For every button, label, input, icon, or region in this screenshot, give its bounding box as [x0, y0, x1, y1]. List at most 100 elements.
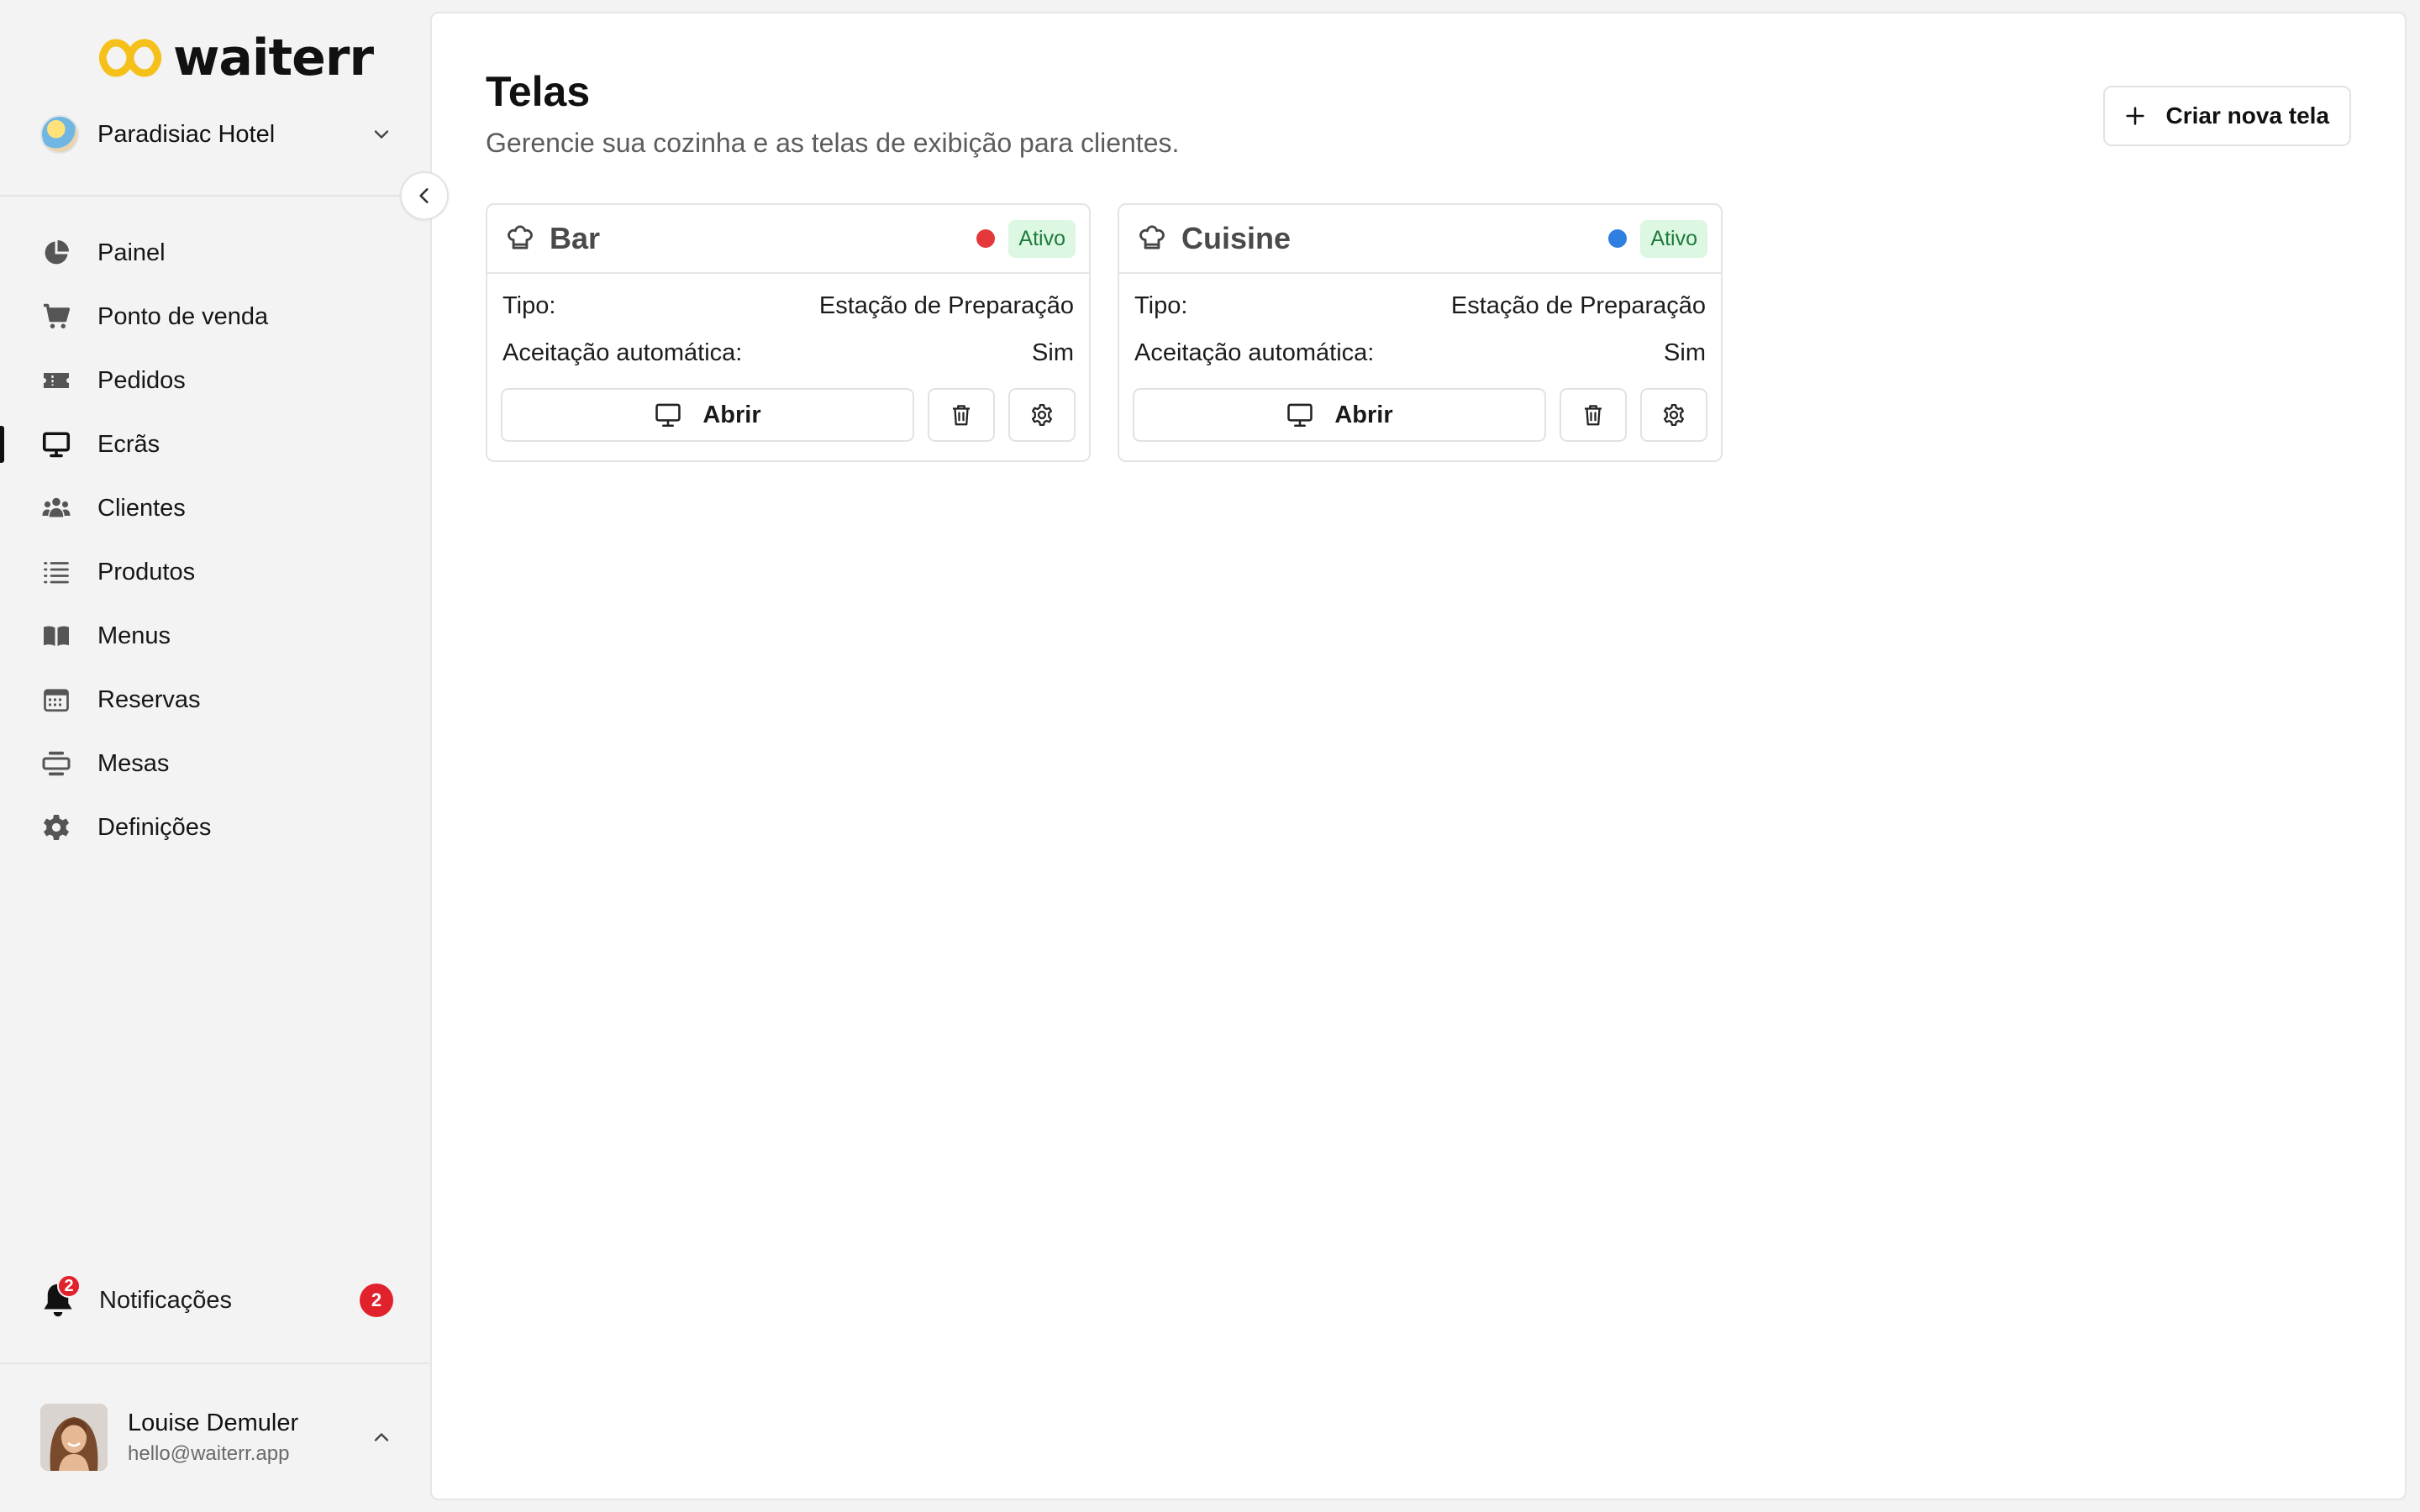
page-subtitle: Gerencie sua cozinha e as telas de exibi…: [486, 128, 1180, 158]
book-icon: [40, 620, 72, 652]
card-actions: Abrir: [487, 376, 1089, 442]
cart-icon: [40, 301, 72, 333]
user-menu[interactable]: Louise Demuler hello@waiterr.app: [40, 1403, 393, 1472]
auto-accept-row: Aceitação automática: Sim: [487, 329, 1089, 376]
status-dot: [976, 229, 996, 248]
open-label: Abrir: [702, 401, 761, 428]
bell-badge: 2: [57, 1274, 81, 1298]
chevron-left-icon: [419, 188, 429, 203]
monitor-icon: [655, 403, 681, 428]
main-panel: Telas Gerencie sua cozinha e as telas de…: [430, 12, 2407, 1500]
sidebar-item-ponto-de-venda[interactable]: Ponto de venda: [0, 285, 429, 349]
delete-button[interactable]: [928, 388, 995, 442]
avatar: [40, 1404, 108, 1471]
auto-accept-label: Aceitação automática:: [502, 339, 743, 366]
auto-accept-value: Sim: [1032, 339, 1074, 366]
sidebar-item-label: Ponto de venda: [97, 302, 269, 330]
notifications-item[interactable]: 2 Notificações 2: [40, 1273, 393, 1327]
type-label: Tipo:: [1134, 291, 1188, 319]
notifications-count-badge: 2: [360, 1284, 393, 1317]
sidebar-item-reservas[interactable]: Reservas: [0, 668, 429, 732]
table-icon: [40, 748, 72, 780]
chef-hat-icon: [508, 225, 533, 249]
auto-accept-value: Sim: [1664, 339, 1706, 366]
sidebar-item-label: Menus: [97, 622, 171, 649]
sidebar-item-clientes[interactable]: Clientes: [0, 476, 429, 540]
sidebar-item-menus[interactable]: Menus: [0, 604, 429, 668]
user-name: Louise Demuler: [128, 1409, 299, 1436]
type-row: Tipo: Estação de Preparação: [487, 282, 1089, 329]
chef-hat-icon: [1139, 225, 1165, 249]
monitor-icon: [1287, 403, 1313, 428]
create-screen-label: Criar nova tela: [2165, 102, 2329, 129]
sidebar-item-label: Clientes: [97, 494, 186, 522]
brand-logo[interactable]: waiterr: [99, 29, 374, 87]
auto-accept-label: Aceitação automática:: [1134, 339, 1375, 366]
organization-avatar: [40, 115, 79, 154]
sidebar-item-pedidos[interactable]: Pedidos: [0, 349, 429, 412]
screen-card-cuisine: Cuisine Ativo Tipo: Estação de Preparaçã…: [1118, 203, 1723, 462]
sidebar-nav: Painel Ponto de venda Pedidos Ecrãs Clie…: [0, 221, 429, 859]
open-button[interactable]: Abrir: [501, 388, 914, 442]
sidebar-item-label: Definições: [97, 813, 212, 841]
sidebar: waiterr Paradisiac Hotel Painel Ponto de…: [0, 0, 429, 1512]
monitor-icon: [40, 428, 72, 460]
gear-icon: [1664, 404, 1684, 426]
sidebar-item-label: Painel: [97, 239, 166, 266]
chevron-up-icon: [374, 1433, 389, 1441]
ticket-icon: [40, 365, 72, 396]
delete-button[interactable]: [1560, 388, 1627, 442]
sidebar-item-produtos[interactable]: Produtos: [0, 540, 429, 604]
card-header: Cuisine Ativo: [1119, 205, 1721, 274]
screen-cards: Bar Ativo Tipo: Estação de Preparação Ac…: [486, 203, 1723, 462]
type-value: Estação de Preparação: [1450, 291, 1706, 319]
sidebar-item-label: Ecrãs: [97, 430, 160, 458]
bell-icon: 2: [40, 1274, 81, 1320]
sidebar-item-label: Mesas: [97, 749, 170, 777]
organization-name: Paradisiac Hotel: [97, 120, 276, 148]
auto-accept-row: Aceitação automática: Sim: [1119, 329, 1721, 376]
user-email: hello@waiterr.app: [128, 1441, 290, 1465]
sidebar-item-painel[interactable]: Painel: [0, 221, 429, 285]
settings-button[interactable]: [1008, 388, 1076, 442]
trash-icon: [1585, 405, 1602, 426]
screen-name: Cuisine: [1181, 221, 1292, 255]
list-icon: [40, 556, 72, 588]
organization-switcher[interactable]: Paradisiac Hotel: [40, 111, 393, 158]
card-actions: Abrir: [1119, 376, 1721, 442]
sidebar-item-label: Produtos: [97, 558, 196, 585]
status-dot: [1608, 229, 1628, 248]
sidebar-item-ecras[interactable]: Ecrãs: [0, 412, 429, 476]
status-badge: Ativo: [1640, 219, 1707, 258]
open-button[interactable]: Abrir: [1133, 388, 1546, 442]
sidebar-divider: [0, 195, 429, 197]
gear-icon: [40, 811, 72, 843]
pie-chart-icon: [40, 237, 72, 269]
create-screen-button[interactable]: Criar nova tela: [2103, 86, 2351, 146]
gear-icon: [1032, 404, 1052, 426]
open-label: Abrir: [1334, 401, 1393, 428]
status-badge: Ativo: [1008, 219, 1076, 258]
card-header: Bar Ativo: [487, 205, 1089, 274]
chevron-down-icon: [374, 130, 389, 139]
type-value: Estação de Preparação: [818, 291, 1074, 319]
type-row: Tipo: Estação de Preparação: [1119, 282, 1721, 329]
sidebar-item-definicoes[interactable]: Definições: [0, 795, 429, 859]
calendar-icon: [40, 684, 72, 716]
screen-name: Bar: [550, 221, 601, 255]
notifications-label: Notificações: [99, 1286, 232, 1314]
settings-button[interactable]: [1640, 388, 1707, 442]
brand-name: waiterr: [173, 29, 374, 87]
screen-card-bar: Bar Ativo Tipo: Estação de Preparação Ac…: [486, 203, 1091, 462]
type-label: Tipo:: [502, 291, 556, 319]
sidebar-item-label: Reservas: [97, 685, 201, 713]
logo-infinity-icon: [99, 39, 161, 77]
sidebar-item-mesas[interactable]: Mesas: [0, 732, 429, 795]
trash-icon: [953, 405, 970, 426]
sidebar-item-label: Pedidos: [97, 366, 186, 394]
sidebar-divider: [0, 1362, 429, 1364]
page-title: Telas: [486, 68, 591, 115]
collapse-sidebar-button[interactable]: [400, 171, 449, 220]
plus-icon: [2126, 107, 2145, 125]
users-icon: [40, 492, 72, 524]
